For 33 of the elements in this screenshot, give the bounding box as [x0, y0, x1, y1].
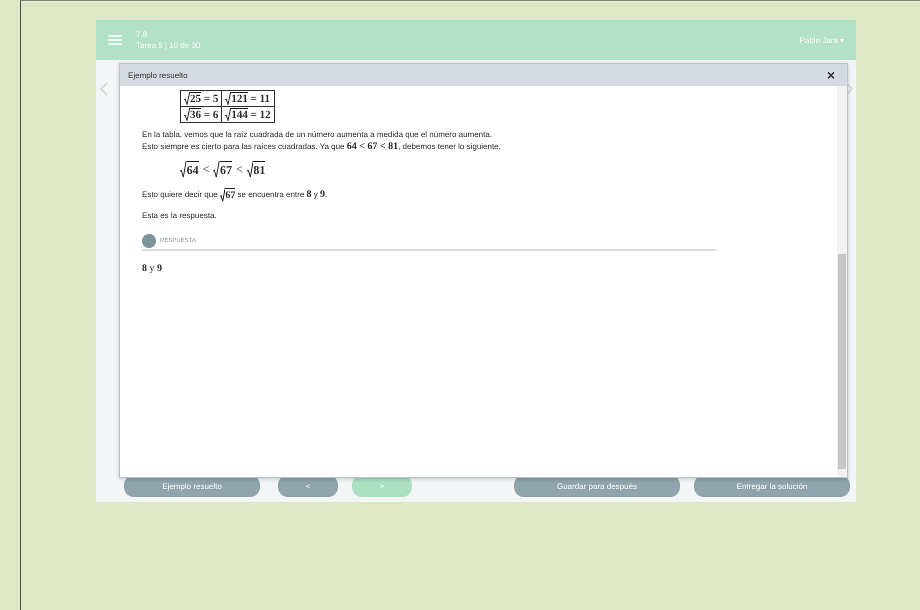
explanation-text: En la tabla, vemos que la raíz cuadrada de un número aumenta a medida que el número aumenta. Esto siempre es cierto para las raíces cuadradas. Ya que 64 < 67 < 81, debemos tener lo siguiente.	[142, 129, 502, 154]
radicand-text: 64	[186, 161, 199, 178]
cell-formula: 144 = 12	[231, 108, 271, 122]
user-menu[interactable]: Pablo Jara ▾	[800, 36, 844, 44]
scrollbar-thumb[interactable]	[838, 254, 846, 469]
radicand-text: 81	[253, 161, 266, 178]
radical-sign-icon	[213, 161, 220, 178]
radical-sign-icon	[184, 92, 190, 106]
score-text: 7.8	[136, 29, 148, 40]
scrollbar[interactable]	[837, 86, 847, 477]
answer-badge-icon	[142, 234, 156, 248]
radical-sign-icon	[225, 108, 232, 122]
less-than-sign: <	[202, 162, 210, 178]
answer-text: 8 y 9	[142, 263, 163, 274]
menu-icon[interactable]	[108, 35, 122, 45]
radical-sign-icon	[220, 188, 226, 202]
conclusion-text: Esto quiere decir que	[142, 190, 219, 200]
closing-text: Esta es la respuesta.	[142, 210, 218, 222]
radical-sign-icon	[184, 108, 190, 122]
conclusion-text: se encuentra entre 8 y 9.	[236, 190, 328, 200]
radicand-text: 67	[220, 161, 232, 178]
radical-sign-icon	[225, 92, 232, 106]
chevron-left-icon[interactable]	[100, 82, 108, 96]
cell-formula: 25 = 5	[190, 92, 218, 106]
modal-title: Ejemplo resuelto	[128, 70, 188, 80]
assignment-label: Tarea 5 | 10 de 30	[136, 40, 200, 51]
less-than-sign: <	[236, 162, 243, 178]
radical-sign-icon	[246, 161, 254, 178]
radicand-text: 67	[225, 188, 236, 202]
cell-formula: 121 = 11	[231, 92, 270, 106]
close-button[interactable]: ×	[822, 68, 839, 82]
radical-sign-icon	[180, 161, 187, 178]
cell-formula: 36 = 6	[190, 108, 218, 122]
